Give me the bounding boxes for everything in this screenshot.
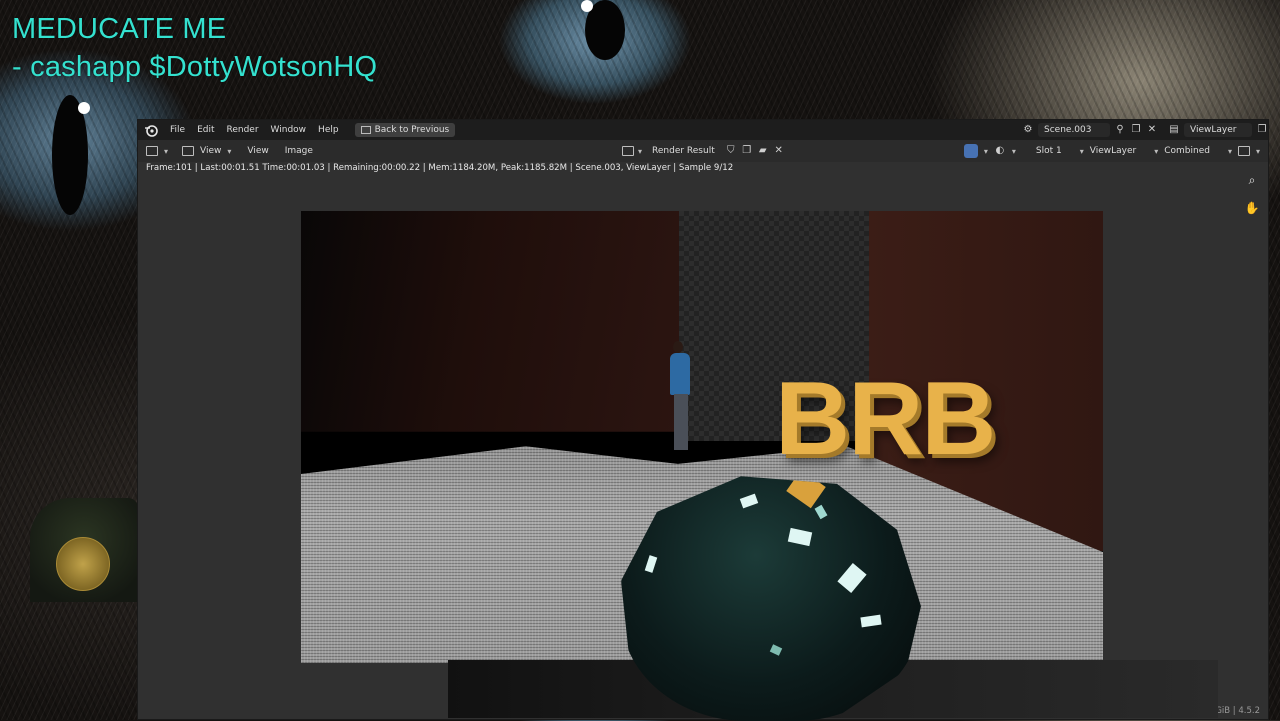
close-scene-icon[interactable]: ✕ [1146,124,1158,136]
new-view-layer-icon[interactable]: ❐ [1256,124,1268,136]
duplicate-image-icon[interactable]: ❐ [741,145,753,157]
version-status: GiB | 4.5.2 [1215,706,1260,716]
editor-type-chevron-icon[interactable]: ▾ [164,147,168,156]
overlay-cashapp: - cashapp $DottyWotsonHQ [12,51,378,83]
scene-icon[interactable]: ⚙ [1022,124,1034,136]
back-to-previous-label: Back to Previous [374,125,450,135]
display-mode-icon[interactable] [1237,146,1250,156]
menu-file[interactable]: File [164,120,191,140]
editor-type-icon[interactable] [146,146,158,156]
view-layer-field[interactable]: ViewLayer [1184,123,1252,137]
menu-edit[interactable]: Edit [191,120,220,140]
display-channels-icon[interactable]: ◐ [994,145,1006,157]
render-left-wall [301,211,679,432]
overlay-title: MEDUCATE ME [12,13,227,45]
blender-logo-icon[interactable] [144,123,158,137]
ball-shard [837,563,867,593]
navigation-gizmo: ⌕ ✋ [1244,172,1260,216]
cat-right-eye-highlight [581,0,593,12]
top-bar: File Edit Render Window Help Back to Pre… [138,120,1268,140]
fake-user-shield-icon[interactable]: ⛉ [725,145,737,157]
slot-dropdown[interactable]: Slot 1 ▾ [1036,146,1084,156]
sync-chevron-icon[interactable]: ▾ [984,147,988,156]
view-mode-dropdown[interactable]: View [200,146,221,156]
layer-dropdown[interactable]: ViewLayer ▾ [1090,146,1158,156]
back-icon [360,126,371,134]
view-mode-chevron-icon[interactable]: ▾ [227,147,231,156]
pin-icon[interactable]: ⚲ [1114,124,1126,136]
ball-shard [644,555,658,573]
view-layer-icon[interactable]: ▤ [1168,124,1180,136]
sync-selection-button[interactable] [963,144,978,158]
layer-label: ViewLayer [1089,146,1137,156]
image-browse-chevron-icon[interactable]: ▾ [638,147,642,156]
new-scene-icon[interactable]: ❐ [1130,124,1142,136]
ball-shard [787,527,813,547]
menu-render[interactable]: Render [221,120,265,140]
pass-label: Combined [1164,146,1210,156]
render-person-legs [674,394,688,450]
ball-shard [814,504,828,520]
unlink-image-icon[interactable]: ✕ [773,145,785,157]
cap-badge [56,537,110,591]
slot-chevron-icon: ▾ [1079,146,1084,156]
cat-left-eye-highlight [78,102,90,114]
channels-chevron-icon[interactable]: ▾ [1012,147,1016,156]
ball-shard [739,493,759,509]
pan-hand-icon[interactable]: ✋ [1244,200,1260,216]
zoom-icon[interactable]: ⌕ [1244,172,1260,188]
menu-window[interactable]: Window [265,120,313,140]
pass-dropdown[interactable]: Combined ▾ [1164,146,1232,156]
layer-chevron-icon: ▾ [1154,146,1159,156]
ball-shard [860,614,882,628]
image-editor-header: ▾ View ▾ View Image ▾ Render Result ⛉ ❐ … [138,140,1268,162]
render-person-head [673,341,683,353]
pass-chevron-icon: ▾ [1227,146,1232,156]
render-person-body [670,353,690,395]
menu-view[interactable]: View [247,146,268,156]
menu-help[interactable]: Help [312,120,345,140]
scene-field[interactable]: Scene.003 [1038,123,1110,137]
open-folder-icon[interactable]: ▰ [757,145,769,157]
image-browse-icon[interactable] [622,146,634,156]
editor-header-right: ▾ ◐ ▾ Slot 1 ▾ ViewLayer ▾ Combined ▾ ▾ [963,144,1260,158]
slot-label: Slot 1 [1035,146,1062,156]
display-mode-chevron-icon[interactable]: ▾ [1256,147,1260,156]
image-name-field[interactable]: Render Result [646,144,721,158]
editor-header-left: ▾ View ▾ View Image [146,146,313,156]
render-brb-text: BRB [775,361,996,477]
topbar-right: ⚙ Scene.003 ⚲ ❐ ✕ ▤ ViewLayer ❐ [1022,120,1268,140]
back-to-previous-button[interactable]: Back to Previous [354,123,456,137]
view-mode-icon[interactable] [182,146,195,156]
image-datablock: ▾ Render Result ⛉ ❐ ▰ ✕ [622,144,785,158]
render-stats: Frame:101 | Last:00:01.51 Time:00:01.03 … [146,163,734,173]
menu-image[interactable]: Image [285,146,313,156]
ball-shard [769,644,783,656]
